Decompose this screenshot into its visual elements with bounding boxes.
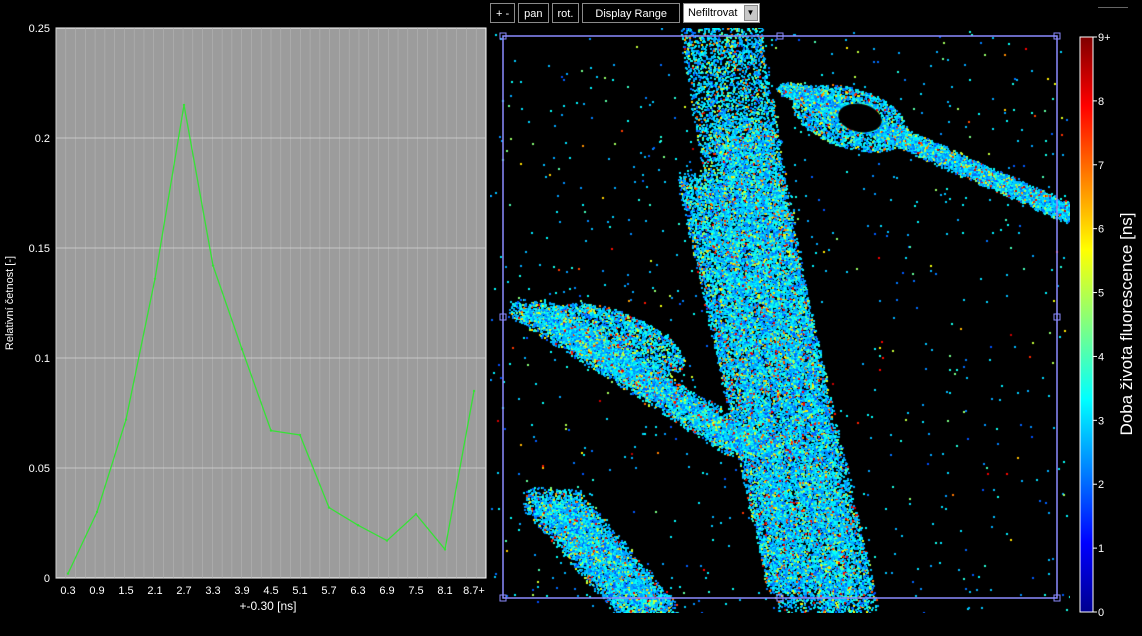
data-point (269, 429, 273, 432)
image-toolbar: + - pan rot. Display Range Nefiltrovat ▼ (490, 3, 760, 25)
data-point (356, 524, 360, 527)
data-point (298, 433, 302, 437)
y-tick-label: 0.1 (35, 353, 50, 365)
pan-button[interactable]: pan (518, 3, 549, 23)
x-tick-label: 8.7+ (463, 585, 485, 597)
colorbar-tick-label: 8 (1098, 96, 1104, 108)
x-tick-label: 1.5 (118, 585, 133, 597)
data-point (124, 418, 128, 421)
colorbar-tick-label: 4 (1098, 351, 1104, 363)
x-tick-label: 8.1 (437, 585, 452, 597)
data-point (153, 277, 157, 280)
colorbar-tick-label: 2 (1098, 479, 1104, 491)
display-range-button[interactable]: Display Range (582, 3, 680, 23)
data-point (327, 506, 331, 509)
colorbar-tick-label: 9+ (1098, 32, 1111, 44)
data-point (211, 264, 215, 267)
data-point (182, 103, 186, 107)
x-axis-label: +-0.30 [ns] (239, 599, 296, 613)
histogram-chart: 0.3 0.9 1.5 2.1 2.7 3.3 3.9 4.5 5.1 5.7 6.3 6.9 7.5 8… (4, 23, 487, 613)
colorbar-label: Doba života fluorescence [ns] (1117, 212, 1136, 435)
x-tick-label: 0.3 (60, 585, 75, 597)
colorbar-gradient (1079, 36, 1094, 613)
data-point (240, 348, 244, 351)
lifetime-image[interactable] (490, 28, 1070, 613)
data-point (385, 539, 389, 542)
x-tick-label: 6.3 (350, 585, 365, 597)
y-tick-label: 0 (44, 573, 50, 585)
x-tick-label: 5.1 (292, 585, 307, 597)
data-point (472, 389, 476, 393)
y-axis-label: Relativní četnost [-] (4, 256, 16, 350)
data-point (66, 572, 70, 575)
colorbar-tick-label: 7 (1098, 160, 1104, 172)
divider (1098, 7, 1128, 8)
x-tick-label: 2.1 (147, 585, 162, 597)
colorbar-tick-label: 5 (1098, 288, 1104, 300)
x-tick-labels: 0.3 0.9 1.5 2.1 2.7 3.3 3.9 4.5 5.1 5.7 6.3 6.9 7.5 8… (60, 585, 485, 597)
data-point (443, 548, 447, 551)
colorbar-tick-label: 6 (1098, 224, 1104, 236)
x-tick-label: 6.9 (379, 585, 394, 597)
x-tick-label: 3.9 (234, 585, 249, 597)
y-tick-label: 0.05 (29, 463, 50, 475)
x-tick-label: 7.5 (408, 585, 423, 597)
x-tick-label: 3.3 (205, 585, 220, 597)
y-tick-label: 0.25 (29, 23, 50, 35)
data-point (95, 510, 99, 514)
colorbar-tick-label: 0 (1098, 607, 1104, 619)
x-tick-label: 5.7 (321, 585, 336, 597)
data-point (414, 513, 418, 516)
colorbar-tick-label: 3 (1098, 415, 1104, 427)
chevron-down-icon[interactable]: ▼ (743, 5, 758, 21)
rotate-button[interactable]: rot. (551, 3, 580, 23)
colorbar-ticks: 0 1 2 3 4 5 6 7 8 9+ (1093, 32, 1111, 619)
zoom-button[interactable]: + - (490, 3, 516, 23)
colorbar: 0 1 2 3 4 5 6 7 8 9+ Doba života fluorescence [ns… (1079, 32, 1136, 619)
y-tick-labels: 0 0.05 0.1 0.15 0.2 0.25 (29, 23, 50, 585)
filter-select-value: Nefiltrovat (687, 7, 738, 19)
colorbar-tick-label: 1 (1098, 543, 1104, 555)
x-tick-label: 2.7 (176, 585, 191, 597)
x-tick-label: 0.9 (89, 585, 104, 597)
y-tick-label: 0.2 (35, 133, 50, 145)
y-tick-label: 0.15 (29, 243, 50, 255)
filter-select[interactable]: Nefiltrovat ▼ (682, 3, 760, 23)
x-tick-label: 4.5 (263, 585, 278, 597)
